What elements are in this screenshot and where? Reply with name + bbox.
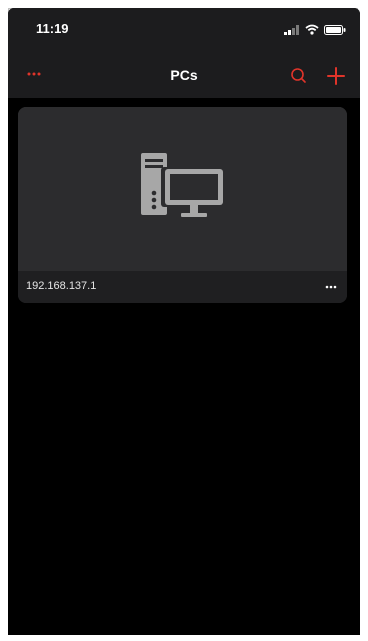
pc-card[interactable]: 192.168.137.1 — [18, 107, 347, 303]
pc-options-button[interactable] — [323, 279, 339, 295]
status-time: 11:19 — [36, 21, 69, 36]
search-button[interactable] — [288, 65, 310, 87]
pc-name: 192.168.137.1 — [26, 280, 97, 292]
battery-icon — [324, 24, 346, 35]
signal-icon — [284, 24, 299, 35]
app-screen: 11:19 PCs 192.168.137.1 — [8, 8, 360, 635]
status-bar: 11:19 — [8, 8, 360, 52]
search-icon — [291, 68, 306, 83]
wifi-icon — [305, 24, 319, 35]
add-pc-button[interactable] — [324, 64, 348, 88]
pc-list: 192.168.137.1 — [8, 98, 360, 635]
add-icon — [327, 67, 345, 85]
pc-card-footer: 192.168.137.1 — [18, 271, 347, 303]
desktop-computer-icon — [141, 153, 225, 217]
pc-thumbnail[interactable] — [18, 107, 347, 271]
navigation-bar: PCs — [8, 52, 360, 98]
status-icons — [284, 24, 346, 35]
more-dots-icon — [325, 285, 337, 289]
